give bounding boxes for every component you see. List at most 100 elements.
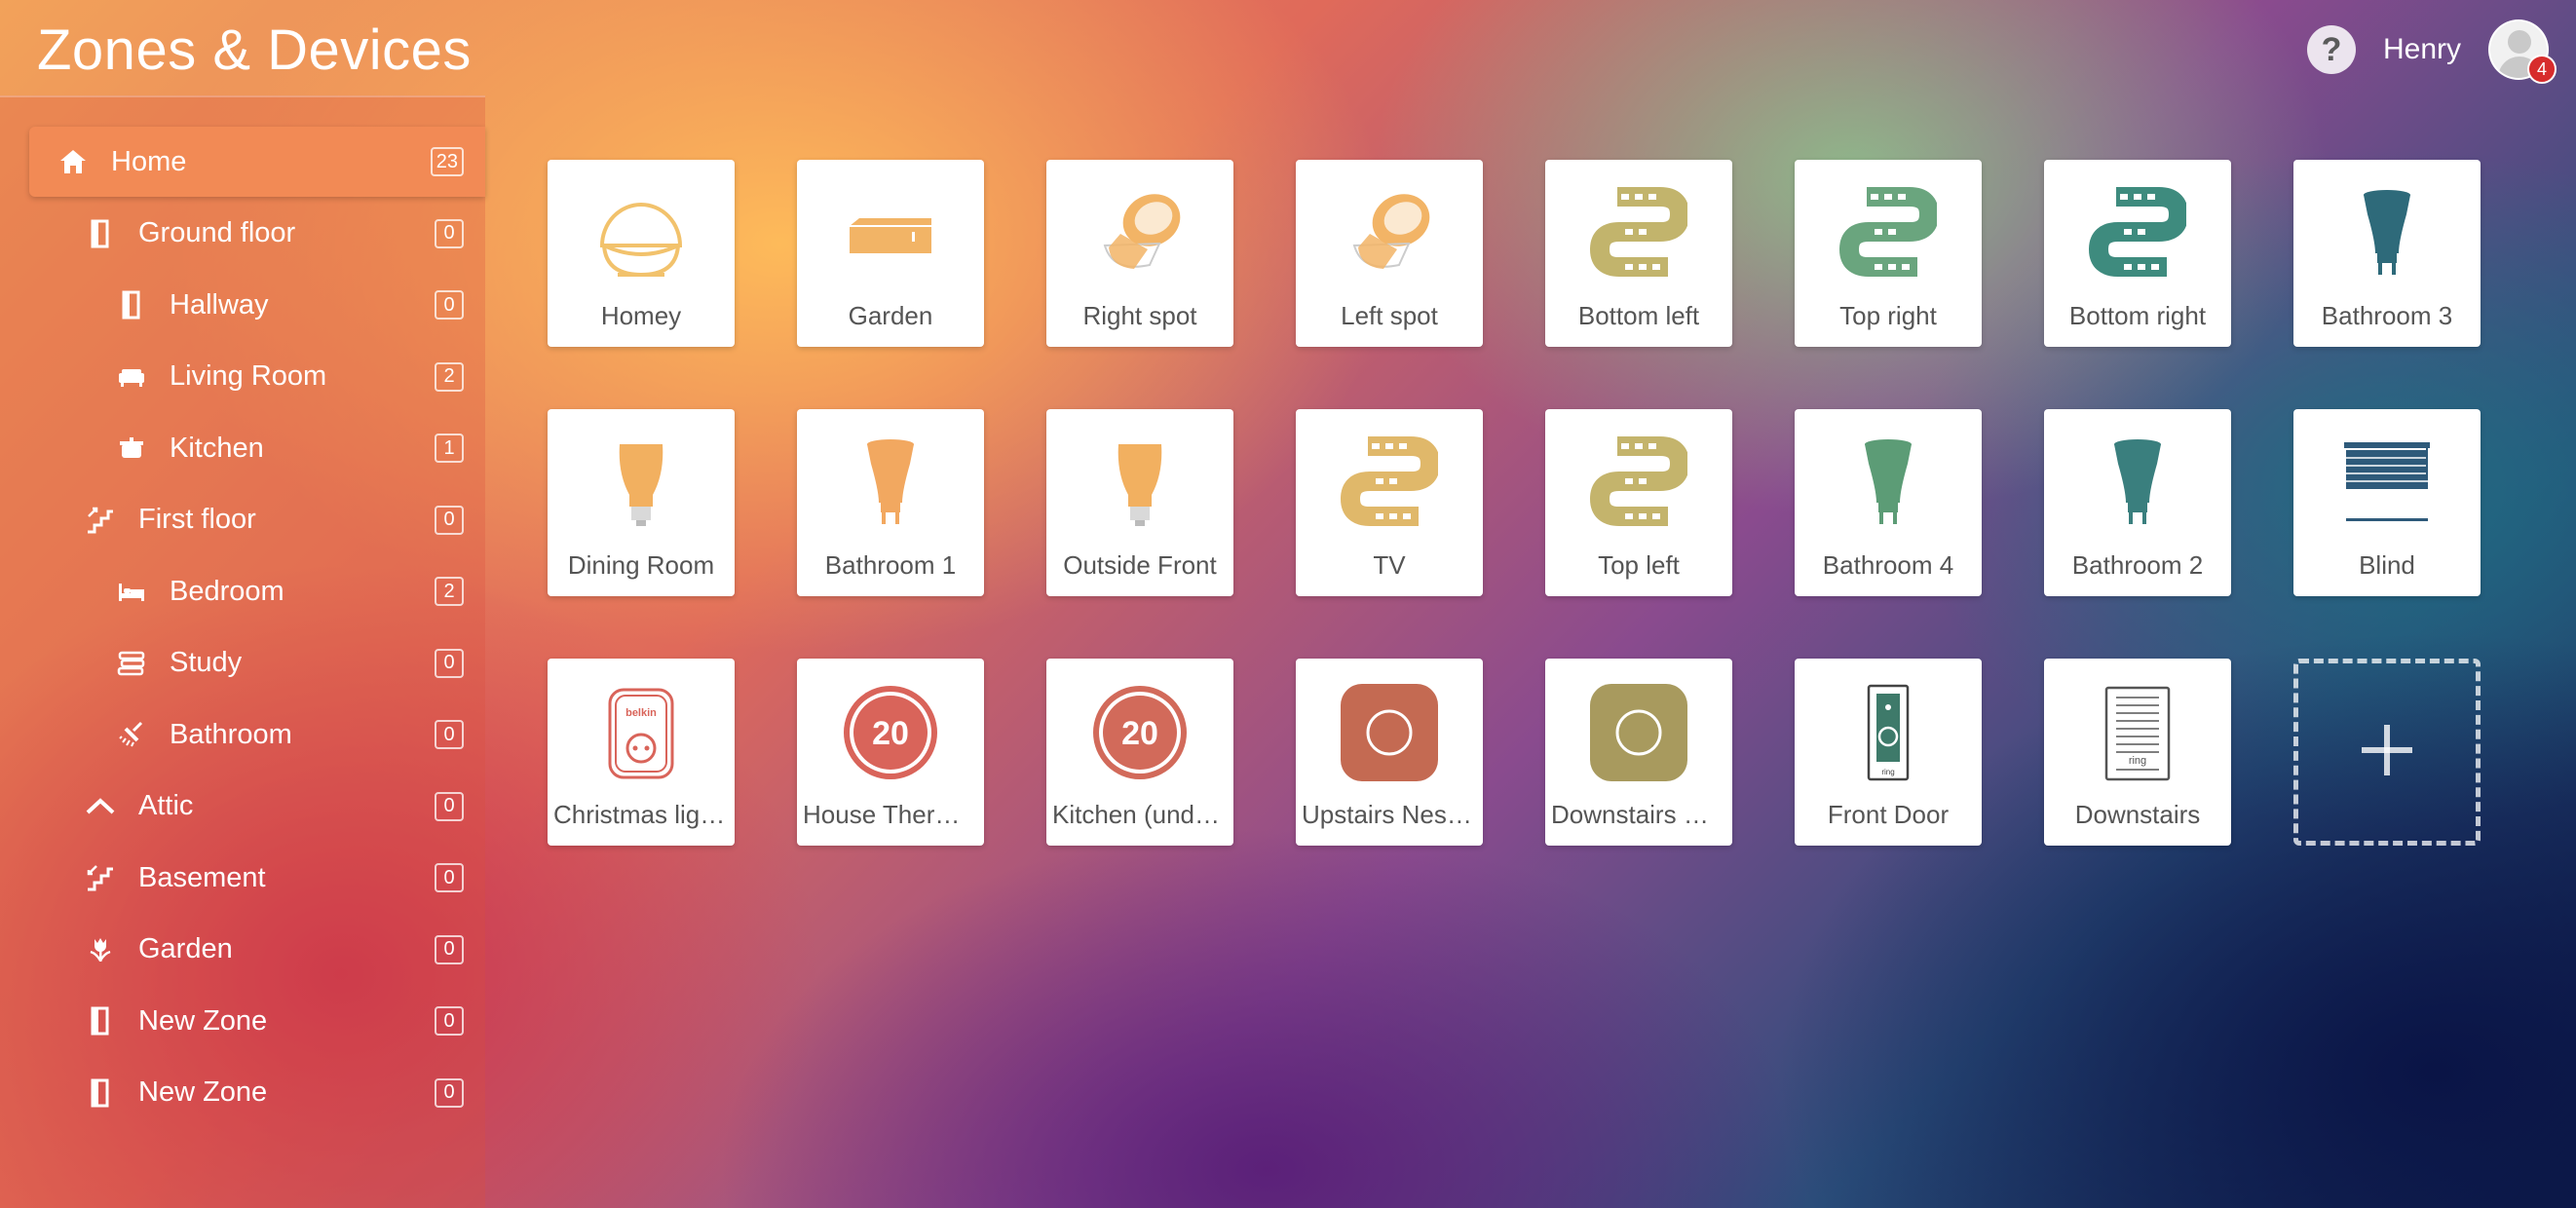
- sidebar-item-home[interactable]: Home 23: [29, 127, 485, 197]
- device-name: Bottom left: [1577, 301, 1700, 330]
- sidebar-item-label: Kitchen: [170, 432, 264, 464]
- homey-icon: [592, 185, 690, 283]
- bulb-icon: [1091, 434, 1189, 532]
- device-tile-upstairs-nest-protect[interactable]: Upstairs Nest Protect: [1296, 659, 1483, 846]
- speaker-icon: [842, 185, 939, 283]
- device-tile-garden[interactable]: Garden: [797, 160, 984, 347]
- avatar[interactable]: 4: [2488, 19, 2557, 84]
- zones-sidebar: Home 23 Ground floor 0 Hallway 0 Living Room 2 K…: [0, 95, 485, 1208]
- sidebar-item-bathroom[interactable]: Bathroom 0: [29, 699, 485, 770]
- zone-device-count-badge: 0: [435, 791, 464, 821]
- home-icon: [57, 145, 90, 178]
- door-icon: [84, 1004, 117, 1038]
- zone-device-count-badge: 1: [435, 434, 464, 463]
- device-name: Bathroom 1: [824, 550, 957, 580]
- device-name: Outside Front: [1063, 550, 1217, 580]
- gu10-bulb-icon: [842, 434, 939, 532]
- device-name: House Thermostat: [803, 800, 978, 829]
- spot-lamp-icon: [1341, 185, 1438, 283]
- sidebar-item-label: Garden: [138, 933, 233, 964]
- sidebar-item-label: Bathroom: [170, 718, 292, 750]
- device-name: Downstairs: [2074, 800, 2201, 829]
- device-tile-dining-room[interactable]: Dining Room: [548, 409, 735, 596]
- device-tile-bathroom-3[interactable]: Bathroom 3: [2293, 160, 2481, 347]
- books-icon: [115, 647, 148, 680]
- device-tile-downstairs-nest-protect[interactable]: Downstairs Nest Protect: [1545, 659, 1732, 846]
- device-tile-outside-front[interactable]: Outside Front: [1046, 409, 1233, 596]
- sidebar-item-label: Study: [170, 647, 243, 678]
- device-tile-tv[interactable]: TV: [1296, 409, 1483, 596]
- device-tile-bathroom-1[interactable]: Bathroom 1: [797, 409, 984, 596]
- sidebar-item-living-room[interactable]: Living Room 2: [29, 342, 485, 412]
- device-tile-front-door[interactable]: ring Front Door: [1795, 659, 1982, 846]
- add-device-button[interactable]: [2293, 659, 2481, 846]
- device-name: Bottom right: [2068, 301, 2207, 330]
- device-tile-homey[interactable]: Homey: [548, 160, 735, 347]
- device-name: Right spot: [1082, 301, 1197, 330]
- device-tile-house-thermostat[interactable]: 2020 House Thermostat: [797, 659, 984, 846]
- bulb-icon: [592, 434, 690, 532]
- sidebar-item-garden[interactable]: Garden 0: [29, 915, 485, 985]
- zone-device-count-badge: 0: [435, 1077, 464, 1108]
- light-strip-icon: [1589, 434, 1690, 532]
- device-tile-bathroom-2[interactable]: Bathroom 2: [2044, 409, 2231, 596]
- door-icon: [84, 1076, 117, 1110]
- sidebar-item-label: Attic: [138, 790, 194, 821]
- device-tile-bathroom-4[interactable]: Bathroom 4: [1795, 409, 1982, 596]
- bed-icon: [115, 575, 148, 608]
- device-name: Kitchen (underfloor): [1052, 800, 1228, 829]
- device-tile-bottom-left[interactable]: Bottom left: [1545, 160, 1732, 347]
- sidebar-item-study[interactable]: Study 0: [29, 628, 485, 698]
- zone-device-count-badge: 0: [435, 290, 464, 320]
- sidebar-item-new-zone[interactable]: New Zone 0: [29, 986, 485, 1056]
- device-tile-kitchen-underfloor-[interactable]: 2020 Kitchen (underfloor): [1046, 659, 1233, 846]
- stairs-up-icon: [84, 504, 117, 537]
- zone-device-count-badge: 0: [435, 863, 464, 892]
- device-name: Upstairs Nest Protect: [1302, 800, 1477, 829]
- device-name: TV: [1373, 550, 1406, 580]
- sidebar-item-label: Bedroom: [170, 575, 284, 607]
- device-tile-left-spot[interactable]: Left spot: [1296, 160, 1483, 347]
- sidebar-item-kitchen[interactable]: Kitchen 1: [29, 413, 485, 483]
- sidebar-item-label: Ground floor: [138, 217, 296, 248]
- sidebar-item-attic[interactable]: Attic 0: [29, 772, 485, 842]
- sidebar-item-first-floor[interactable]: First floor 0: [29, 485, 485, 555]
- device-tile-bottom-right[interactable]: Bottom right: [2044, 160, 2231, 347]
- thermostat-icon: 2020: [1091, 684, 1189, 781]
- sidebar-item-basement[interactable]: Basement 0: [29, 843, 485, 913]
- device-tile-downstairs[interactable]: ringring Downstairs: [2044, 659, 2231, 846]
- device-name: Top left: [1598, 550, 1680, 580]
- device-name: Bathroom 3: [2321, 301, 2453, 330]
- device-tile-top-right[interactable]: Top right: [1795, 160, 1982, 347]
- notification-badge: 4: [2527, 55, 2557, 84]
- sofa-icon: [115, 360, 148, 394]
- svg-text:ring: ring: [2129, 755, 2146, 767]
- zone-device-count-badge: 0: [435, 1006, 464, 1036]
- pot-icon: [115, 432, 148, 465]
- zone-device-count-badge: 0: [435, 218, 464, 248]
- smoke-detector-icon: [1341, 684, 1438, 781]
- roof-icon: [84, 790, 117, 823]
- device-tile-christmas-lights[interactable]: belkinbelkin Christmas lights: [548, 659, 735, 846]
- thermostat-icon: 2020: [842, 684, 939, 781]
- zone-device-count-badge: 0: [435, 720, 464, 749]
- sidebar-item-bedroom[interactable]: Bedroom 2: [29, 556, 485, 626]
- sidebar-item-new-zone[interactable]: New Zone 0: [29, 1058, 485, 1128]
- device-tile-blind[interactable]: Blind: [2293, 409, 2481, 596]
- svg-text:20: 20: [872, 715, 909, 752]
- device-tile-top-left[interactable]: Top left: [1545, 409, 1732, 596]
- help-button[interactable]: ?: [2306, 25, 2356, 74]
- sidebar-item-label: New Zone: [138, 1076, 268, 1108]
- zone-device-count-badge: 0: [435, 648, 464, 678]
- door-icon: [115, 288, 148, 321]
- sidebar-item-hallway[interactable]: Hallway 0: [29, 270, 485, 340]
- sidebar-item-ground-floor[interactable]: Ground floor 0: [29, 199, 485, 269]
- user-name[interactable]: Henry: [2383, 33, 2461, 66]
- device-name: Bathroom 2: [2071, 550, 2204, 580]
- device-tile-right-spot[interactable]: Right spot: [1046, 160, 1233, 347]
- light-strip-icon: [1340, 434, 1441, 532]
- sidebar-item-label: First floor: [138, 504, 256, 535]
- svg-text:belkin: belkin: [625, 707, 657, 719]
- doorbell-icon: ring: [1839, 684, 1937, 781]
- device-name: Top right: [1839, 301, 1937, 330]
